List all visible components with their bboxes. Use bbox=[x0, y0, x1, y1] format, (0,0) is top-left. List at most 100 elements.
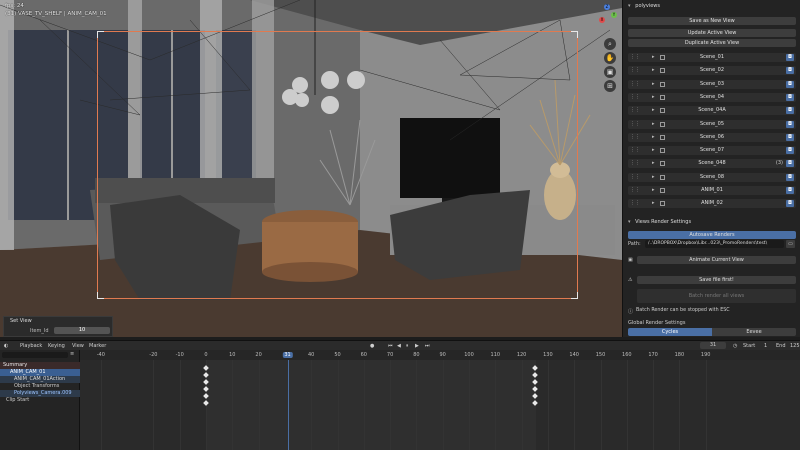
save-new-view-button[interactable]: Save as New View bbox=[628, 17, 796, 25]
menu-playback[interactable]: Playback bbox=[20, 342, 42, 350]
frame-ruler[interactable]: -40 -20 -10 0 10 20 31 40 50 60 70 80 90 100 110 120 130… bbox=[80, 350, 800, 360]
frame-tick-label: -20 bbox=[149, 352, 158, 358]
view-row[interactable]: ⋮⋮ ▸ ANIM_02 ◘ bbox=[628, 199, 796, 209]
view-row[interactable]: ⋮⋮ ▸ Scene_05 ◘ bbox=[628, 119, 796, 129]
menu-keying[interactable]: Keying bbox=[48, 342, 65, 350]
tree-camera[interactable]: ANIM_CAM_01 bbox=[0, 369, 80, 376]
zoom-icon[interactable]: ⌕ bbox=[604, 38, 616, 50]
info-icon: ⓘ bbox=[628, 309, 634, 315]
grid-line bbox=[442, 360, 444, 450]
frame-tick-label: 10 bbox=[229, 352, 236, 358]
set-camera-icon[interactable]: ◘ bbox=[786, 120, 794, 128]
view-row[interactable]: ⋮⋮ ▸ ANIM_01 ◘ bbox=[628, 186, 796, 195]
dopesheet-area[interactable] bbox=[80, 360, 800, 450]
menu-view[interactable]: View bbox=[72, 342, 84, 350]
view-row[interactable]: ⋮⋮ ▸ Scene_03 ◘ bbox=[628, 79, 796, 89]
grid-line bbox=[600, 360, 602, 450]
fps-readout: fps: 24 bbox=[5, 3, 24, 9]
tree-clip-start[interactable]: Clip Start bbox=[0, 397, 80, 404]
editor-type-icon[interactable]: ◐ bbox=[4, 342, 8, 350]
set-view-panel[interactable]: Set View Item_Id 10 bbox=[3, 316, 113, 337]
tree-summary[interactable]: Summary bbox=[0, 362, 80, 369]
y-axis-icon[interactable]: Y bbox=[611, 12, 617, 18]
z-axis-icon[interactable]: Z bbox=[604, 4, 610, 10]
view-label: ANIM_01 bbox=[701, 187, 723, 193]
tree-action[interactable]: ANIM_CAM_01Action bbox=[0, 376, 80, 383]
path-field[interactable]: /..\DROPBOX\Dropbox\Libr...023\_PromoRen… bbox=[645, 240, 784, 248]
grid-line bbox=[100, 360, 102, 450]
animate-current-view-button[interactable]: Animate Current View bbox=[637, 256, 796, 264]
camera-view-icon[interactable]: ▣ bbox=[604, 66, 616, 78]
engine-eevee-tab[interactable]: Eevee bbox=[712, 328, 796, 336]
autosave-renders-toggle[interactable]: Autosave Renders bbox=[628, 231, 796, 239]
playhead[interactable] bbox=[287, 360, 289, 450]
view-row[interactable]: ⋮⋮ ▸ Scene_01 ◘ bbox=[628, 53, 796, 62]
folder-icon[interactable]: ▭ bbox=[786, 240, 795, 248]
grid-line bbox=[258, 360, 260, 450]
menu-marker[interactable]: Marker bbox=[89, 342, 106, 350]
set-camera-icon[interactable]: ◘ bbox=[786, 160, 794, 168]
frame-tick-label: 50 bbox=[334, 352, 341, 358]
frame-tick-label: 0 bbox=[204, 352, 208, 358]
update-active-view-button[interactable]: Update Active View bbox=[628, 29, 796, 37]
set-camera-icon[interactable]: ◘ bbox=[786, 173, 794, 181]
search-field[interactable] bbox=[2, 352, 68, 358]
axis-gizmo[interactable]: Z Y X bbox=[596, 4, 618, 26]
save-file-first-button[interactable]: Save file first! bbox=[637, 276, 796, 284]
grid-line bbox=[574, 360, 576, 450]
grid-line bbox=[311, 360, 313, 450]
panel-header[interactable]: ▾ polyviews bbox=[628, 3, 796, 11]
render-settings-header[interactable]: ▾ Views Render Settings bbox=[628, 219, 796, 227]
step-back-icon[interactable]: ◀ bbox=[397, 342, 401, 350]
set-camera-icon[interactable]: ◘ bbox=[786, 54, 794, 61]
end-field[interactable]: 125 bbox=[790, 342, 800, 350]
filter-icon[interactable]: ≡ bbox=[70, 351, 74, 357]
item-id-field[interactable]: 10 bbox=[54, 327, 110, 334]
set-camera-icon[interactable]: ◘ bbox=[786, 80, 794, 88]
active-object-label: (31) VASE_TV_SHELF | ANIM_CAM_01 bbox=[5, 11, 107, 17]
view-row[interactable]: ⋮⋮ ▸ Scene_04A ◘ bbox=[628, 106, 796, 116]
view-label: Scene_04 bbox=[699, 93, 725, 100]
pan-hand-icon[interactable]: ✋ bbox=[604, 52, 616, 64]
3d-viewport[interactable]: fps: 24 (31) VASE_TV_SHELF | ANIM_CAM_01… bbox=[0, 0, 622, 337]
view-row[interactable]: ⋮⋮ ▸ Scene_07 ◘ bbox=[628, 146, 796, 156]
collapse-arrow-icon[interactable]: ▾ bbox=[628, 219, 631, 225]
render-settings-title: Views Render Settings bbox=[635, 219, 692, 225]
set-camera-icon[interactable]: ◘ bbox=[786, 67, 794, 75]
jump-start-icon[interactable]: ⏮ bbox=[388, 342, 393, 350]
pause-icon[interactable]: ⏸ bbox=[406, 342, 409, 350]
view-label: Scene_04A bbox=[698, 107, 726, 114]
set-camera-icon[interactable]: ◘ bbox=[786, 200, 794, 208]
tree-object-transforms[interactable]: Object Transforms bbox=[0, 383, 80, 390]
collapse-arrow-icon[interactable]: ▾ bbox=[628, 3, 631, 9]
frame-tick-label: 80 bbox=[413, 352, 420, 358]
jump-end-icon[interactable]: ⏭ bbox=[425, 342, 430, 350]
current-frame-field[interactable]: 31 bbox=[700, 342, 726, 349]
set-camera-icon[interactable]: ◘ bbox=[786, 93, 794, 101]
view-row[interactable]: ⋮⋮ ▸ Scene_048 (3) ◘ bbox=[628, 159, 796, 169]
x-axis-icon[interactable]: X bbox=[599, 17, 605, 23]
grid-line bbox=[469, 360, 470, 450]
view-row[interactable]: ⋮⋮ ▸ Scene_08 ◘ bbox=[628, 172, 796, 182]
view-label: Scene_03 bbox=[699, 80, 725, 87]
view-row[interactable]: ⋮⋮ ▸ Scene_04 ◘ bbox=[628, 92, 796, 102]
tree-polyviews-camera[interactable]: Polyviews_Camera.009 bbox=[0, 390, 80, 397]
view-label: Scene_06 bbox=[699, 133, 725, 140]
view-row[interactable]: ⋮⋮ ▸ Scene_02 ◘ bbox=[628, 66, 796, 76]
play-icon[interactable]: ▶ bbox=[415, 342, 419, 350]
set-camera-icon[interactable]: ◘ bbox=[786, 107, 794, 115]
grid-line bbox=[232, 360, 234, 450]
start-field[interactable]: 1 bbox=[764, 342, 767, 350]
duplicate-active-view-button[interactable]: Duplicate Active View bbox=[628, 39, 796, 47]
engine-cycles-tab[interactable]: Cycles bbox=[628, 328, 712, 336]
set-camera-icon[interactable]: ◘ bbox=[786, 147, 794, 155]
perspective-grid-icon[interactable]: ⊞ bbox=[604, 80, 616, 92]
set-camera-icon[interactable]: ◘ bbox=[786, 133, 794, 141]
set-camera-icon[interactable]: ◘ bbox=[786, 187, 794, 194]
frame-tick-label: -10 bbox=[175, 352, 184, 358]
frame-tick-label: 100 bbox=[464, 352, 474, 358]
record-button[interactable]: ● bbox=[370, 342, 374, 350]
polyviews-panel: ▾ polyviews Save as New View Update Acti… bbox=[622, 0, 800, 337]
start-label: Start bbox=[743, 343, 756, 349]
view-row[interactable]: ⋮⋮ ▸ Scene_06 ◘ bbox=[628, 132, 796, 142]
